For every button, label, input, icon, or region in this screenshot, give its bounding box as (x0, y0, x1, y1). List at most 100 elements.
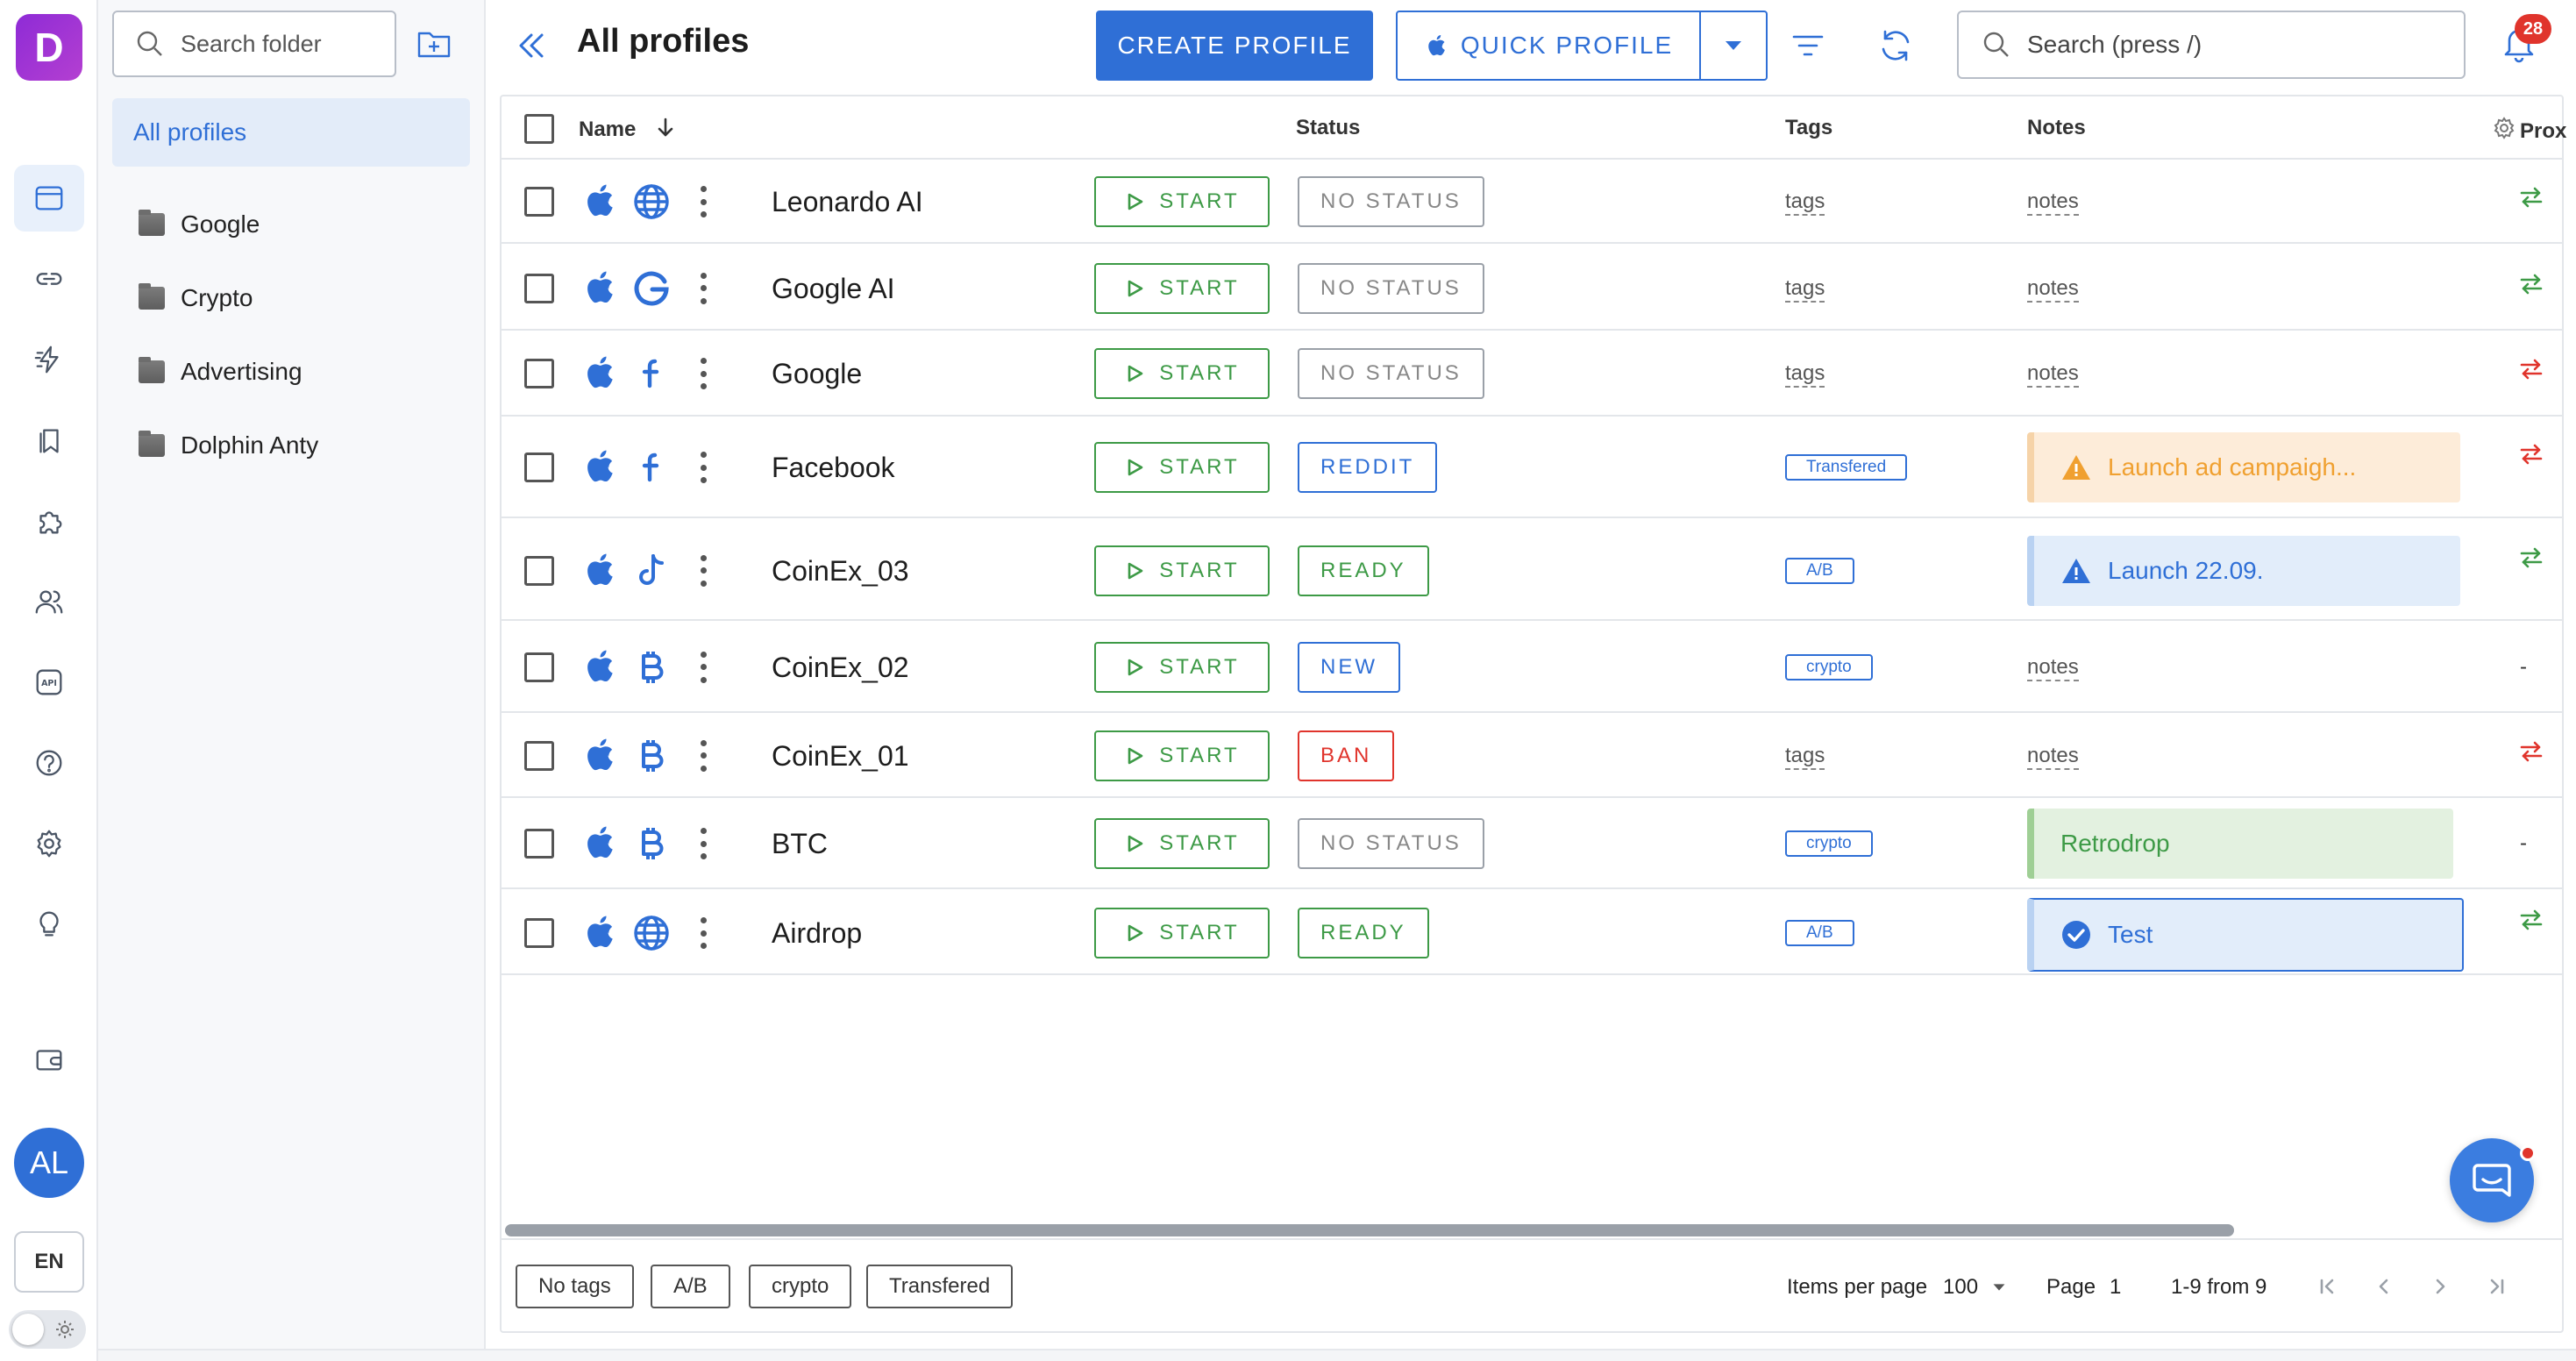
note-card[interactable]: Test (2027, 898, 2464, 972)
select-all-checkbox[interactable] (524, 114, 554, 144)
bookmarks-nav[interactable] (14, 407, 84, 474)
start-button[interactable]: START (1094, 730, 1270, 781)
proxy-swap-button[interactable] (2518, 738, 2544, 765)
status-badge[interactable]: READY (1298, 545, 1429, 596)
language-switch[interactable]: EN (14, 1231, 84, 1293)
proxy-swap-button[interactable] (2518, 441, 2544, 467)
refresh-button[interactable] (1876, 26, 1915, 65)
tags-placeholder[interactable]: tags (1785, 361, 1825, 388)
profile-name[interactable]: Airdrop (772, 917, 862, 950)
create-profile-button[interactable]: CREATE PROFILE (1096, 11, 1373, 81)
prev-page-button[interactable] (2371, 1273, 2397, 1300)
profile-name[interactable]: BTC (772, 828, 828, 860)
status-badge[interactable]: NO STATUS (1298, 262, 1484, 314)
row-checkbox[interactable] (524, 652, 554, 682)
status-badge[interactable]: NEW (1298, 641, 1400, 693)
horizontal-scrollbar[interactable] (505, 1224, 2234, 1236)
row-menu-button[interactable] (694, 354, 712, 393)
add-folder-button[interactable] (416, 25, 456, 65)
start-button[interactable]: START (1094, 262, 1270, 314)
status-badge[interactable]: NO STATUS (1298, 176, 1484, 227)
profile-search-input[interactable] (2027, 31, 2448, 59)
note-card[interactable]: Retrodrop (2027, 809, 2453, 879)
collapse-sidebar-button[interactable] (512, 26, 551, 65)
last-page-button[interactable] (2483, 1273, 2509, 1300)
proxy-swap-button[interactable] (2518, 271, 2544, 297)
tags-placeholder[interactable]: tags (1785, 276, 1825, 303)
row-menu-button[interactable] (694, 824, 712, 863)
column-settings-icon[interactable] (2492, 116, 2516, 146)
profile-name[interactable]: Google (772, 358, 862, 390)
next-page-button[interactable] (2427, 1273, 2453, 1300)
row-checkbox[interactable] (524, 918, 554, 948)
note-card[interactable]: Launch 22.09. (2027, 535, 2460, 606)
row-checkbox[interactable] (524, 555, 554, 586)
wallet-nav[interactable] (14, 1026, 84, 1093)
tags-placeholder[interactable]: tags (1785, 189, 1825, 216)
automation-nav[interactable] (14, 326, 84, 393)
tag-chip[interactable]: A/B (1785, 557, 1854, 584)
row-menu-button[interactable] (694, 448, 712, 487)
row-checkbox[interactable] (524, 359, 554, 388)
column-name[interactable]: Name (579, 116, 677, 145)
folder-all-profiles[interactable]: All profiles (112, 98, 470, 167)
folder-item[interactable]: Dolphin Anty (139, 419, 318, 472)
team-nav[interactable] (14, 568, 84, 635)
tag-chip[interactable]: crypto (1785, 830, 1873, 857)
tag-filter-crypto[interactable]: crypto (749, 1265, 852, 1308)
items-per-page-select[interactable]: 100 (1943, 1275, 2006, 1300)
profile-name[interactable]: Leonardo AI (772, 186, 923, 218)
start-button[interactable]: START (1094, 348, 1270, 399)
folder-search-input[interactable] (181, 30, 374, 58)
profile-name[interactable]: CoinEx_02 (772, 652, 909, 684)
help-nav[interactable] (14, 730, 84, 796)
tag-chip[interactable]: Transfered (1785, 454, 1908, 481)
first-page-button[interactable] (2315, 1273, 2341, 1300)
links-nav[interactable] (14, 246, 84, 312)
notes-placeholder[interactable]: notes (2027, 276, 2079, 303)
row-checkbox[interactable] (524, 829, 554, 859)
column-status[interactable]: Status (1296, 116, 1360, 140)
quick-profile-button[interactable]: QUICK PROFILE (1398, 12, 1701, 79)
row-checkbox[interactable] (524, 740, 554, 771)
tags-placeholder[interactable]: tags (1785, 744, 1825, 770)
tag-chip[interactable]: crypto (1785, 653, 1873, 680)
folder-item[interactable]: Advertising (139, 346, 302, 398)
profile-name[interactable]: CoinEx_03 (772, 555, 909, 588)
page-number[interactable]: 1 (2110, 1275, 2121, 1300)
row-checkbox[interactable] (524, 273, 554, 303)
tag-filter-no-tags[interactable]: No tags (516, 1265, 634, 1308)
row-checkbox[interactable] (524, 452, 554, 482)
status-badge[interactable]: NO STATUS (1298, 348, 1484, 399)
folder-item[interactable]: Crypto (139, 272, 253, 324)
proxy-swap-button[interactable] (2518, 545, 2544, 571)
row-checkbox[interactable] (524, 187, 554, 217)
note-card[interactable]: Launch ad campaigh... (2027, 432, 2460, 502)
filter-button[interactable] (1789, 26, 1827, 65)
status-badge[interactable]: NO STATUS (1298, 818, 1484, 869)
row-menu-button[interactable] (694, 182, 712, 221)
status-badge[interactable]: BAN (1298, 730, 1395, 781)
row-menu-button[interactable] (694, 552, 712, 590)
theme-toggle[interactable] (9, 1310, 86, 1349)
start-button[interactable]: START (1094, 641, 1270, 693)
profile-name[interactable]: Google AI (772, 273, 895, 305)
row-menu-button[interactable] (694, 648, 712, 687)
quick-profile-dropdown[interactable] (1701, 12, 1766, 79)
status-badge[interactable]: READY (1298, 908, 1429, 958)
start-button[interactable]: START (1094, 545, 1270, 596)
start-button[interactable]: START (1094, 176, 1270, 227)
start-button[interactable]: START (1094, 818, 1270, 869)
settings-nav[interactable] (14, 810, 84, 877)
column-tags[interactable]: Tags (1785, 116, 1832, 140)
profile-name[interactable]: CoinEx_01 (772, 740, 909, 773)
proxy-swap-button[interactable] (2518, 356, 2544, 382)
proxy-swap-button[interactable] (2518, 184, 2544, 210)
extensions-nav[interactable] (14, 488, 84, 554)
start-button[interactable]: START (1094, 908, 1270, 958)
row-menu-button[interactable] (694, 914, 712, 952)
notes-placeholder[interactable]: notes (2027, 744, 2079, 770)
profile-name[interactable]: Facebook (772, 452, 895, 484)
folder-item[interactable]: Google (139, 198, 260, 251)
profiles-nav[interactable] (14, 165, 84, 232)
